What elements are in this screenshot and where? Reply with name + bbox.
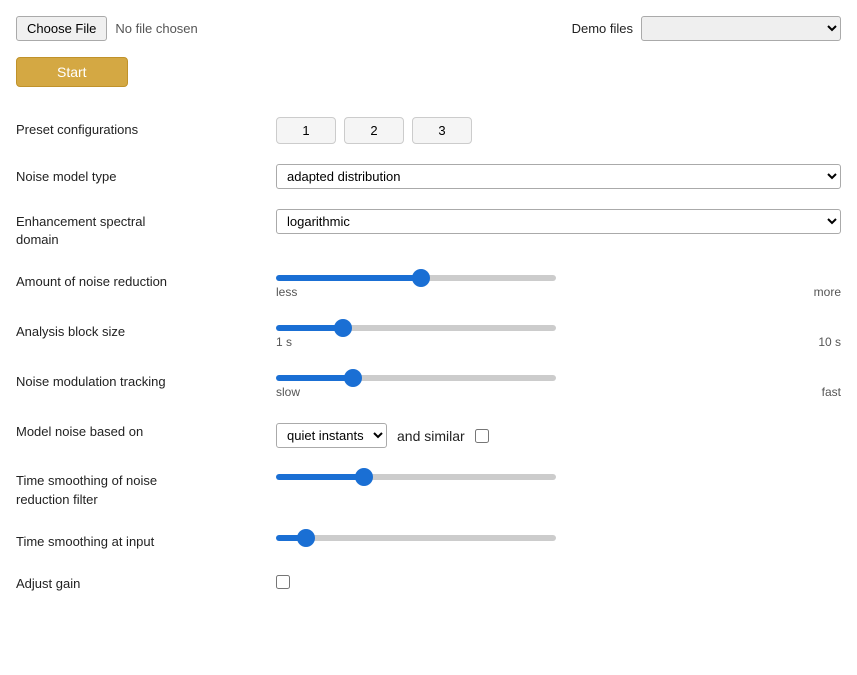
modulation-row: Noise modulation tracking slow fast [16,359,841,409]
noise-reduction-max: more [814,285,841,299]
demo-files-label: Demo files [572,21,633,36]
noise-model-control: adapted distribution gaussian laplace [276,164,841,189]
adjust-gain-checkbox[interactable] [276,575,290,589]
modulation-slider[interactable] [276,375,556,381]
noise-filter-label: Time smoothing of noisereduction filter [16,468,256,508]
noise-reduction-slider[interactable] [276,275,556,281]
modulation-max: fast [822,385,841,399]
preset-row: Preset configurations 1 2 3 [16,107,841,154]
modulation-control: slow fast [276,369,841,399]
preset-buttons: 1 2 3 [276,117,841,144]
noise-model-label: Noise model type [16,164,256,186]
model-noise-inner: quiet instants all audio lowest level an… [276,419,841,448]
preset-btn-2[interactable]: 2 [344,117,404,144]
preset-label: Preset configurations [16,117,256,139]
noise-filter-row: Time smoothing of noisereduction filter [16,458,841,518]
adjust-gain-control [276,571,841,589]
demo-files-select[interactable] [641,16,841,41]
noise-reduction-control: less more [276,269,841,299]
adjust-gain-label: Adjust gain [16,571,256,593]
noise-filter-control [276,468,841,480]
top-bar-right: Demo files [572,16,841,41]
noise-filter-slider[interactable] [276,474,556,480]
noise-reduction-row: Amount of noise reduction less more [16,259,841,309]
noise-reduction-label: Amount of noise reduction [16,269,256,291]
enhancement-label: Enhancement spectraldomain [16,209,256,249]
block-size-row: Analysis block size 1 s 10 s [16,309,841,359]
adjust-gain-row: Adjust gain [16,561,841,603]
model-noise-control: quiet instants all audio lowest level an… [276,419,841,448]
block-size-label: Analysis block size [16,319,256,341]
and-similar-label: and similar [397,428,465,444]
top-bar-left: Choose File No file chosen [16,16,198,41]
no-file-label: No file chosen [115,21,197,36]
noise-model-select[interactable]: adapted distribution gaussian laplace [276,164,841,189]
enhancement-control: logarithmic linear [276,209,841,234]
modulation-labels: slow fast [276,385,841,399]
block-size-max: 10 s [818,335,841,349]
preset-btn-3[interactable]: 3 [412,117,472,144]
model-noise-row: Model noise based on quiet instants all … [16,409,841,458]
input-smooth-label: Time smoothing at input [16,529,256,551]
settings-container: Preset configurations 1 2 3 Noise model … [16,107,841,603]
top-bar: Choose File No file chosen Demo files [16,16,841,41]
input-smooth-slider[interactable] [276,535,556,541]
input-smooth-row: Time smoothing at input [16,519,841,561]
preset-btn-1[interactable]: 1 [276,117,336,144]
enhancement-select[interactable]: logarithmic linear [276,209,841,234]
block-size-labels: 1 s 10 s [276,335,841,349]
block-size-slider[interactable] [276,325,556,331]
block-size-min: 1 s [276,335,292,349]
and-similar-checkbox[interactable] [475,429,489,443]
input-smooth-control [276,529,841,541]
noise-reduction-min: less [276,285,297,299]
noise-reduction-labels: less more [276,285,841,299]
preset-control: 1 2 3 [276,117,841,144]
choose-file-button[interactable]: Choose File [16,16,107,41]
block-size-control: 1 s 10 s [276,319,841,349]
model-noise-select[interactable]: quiet instants all audio lowest level [276,423,387,448]
start-button[interactable]: Start [16,57,128,87]
modulation-label: Noise modulation tracking [16,369,256,391]
modulation-min: slow [276,385,300,399]
model-noise-label: Model noise based on [16,419,256,441]
enhancement-row: Enhancement spectraldomain logarithmic l… [16,199,841,259]
noise-model-row: Noise model type adapted distribution ga… [16,154,841,199]
